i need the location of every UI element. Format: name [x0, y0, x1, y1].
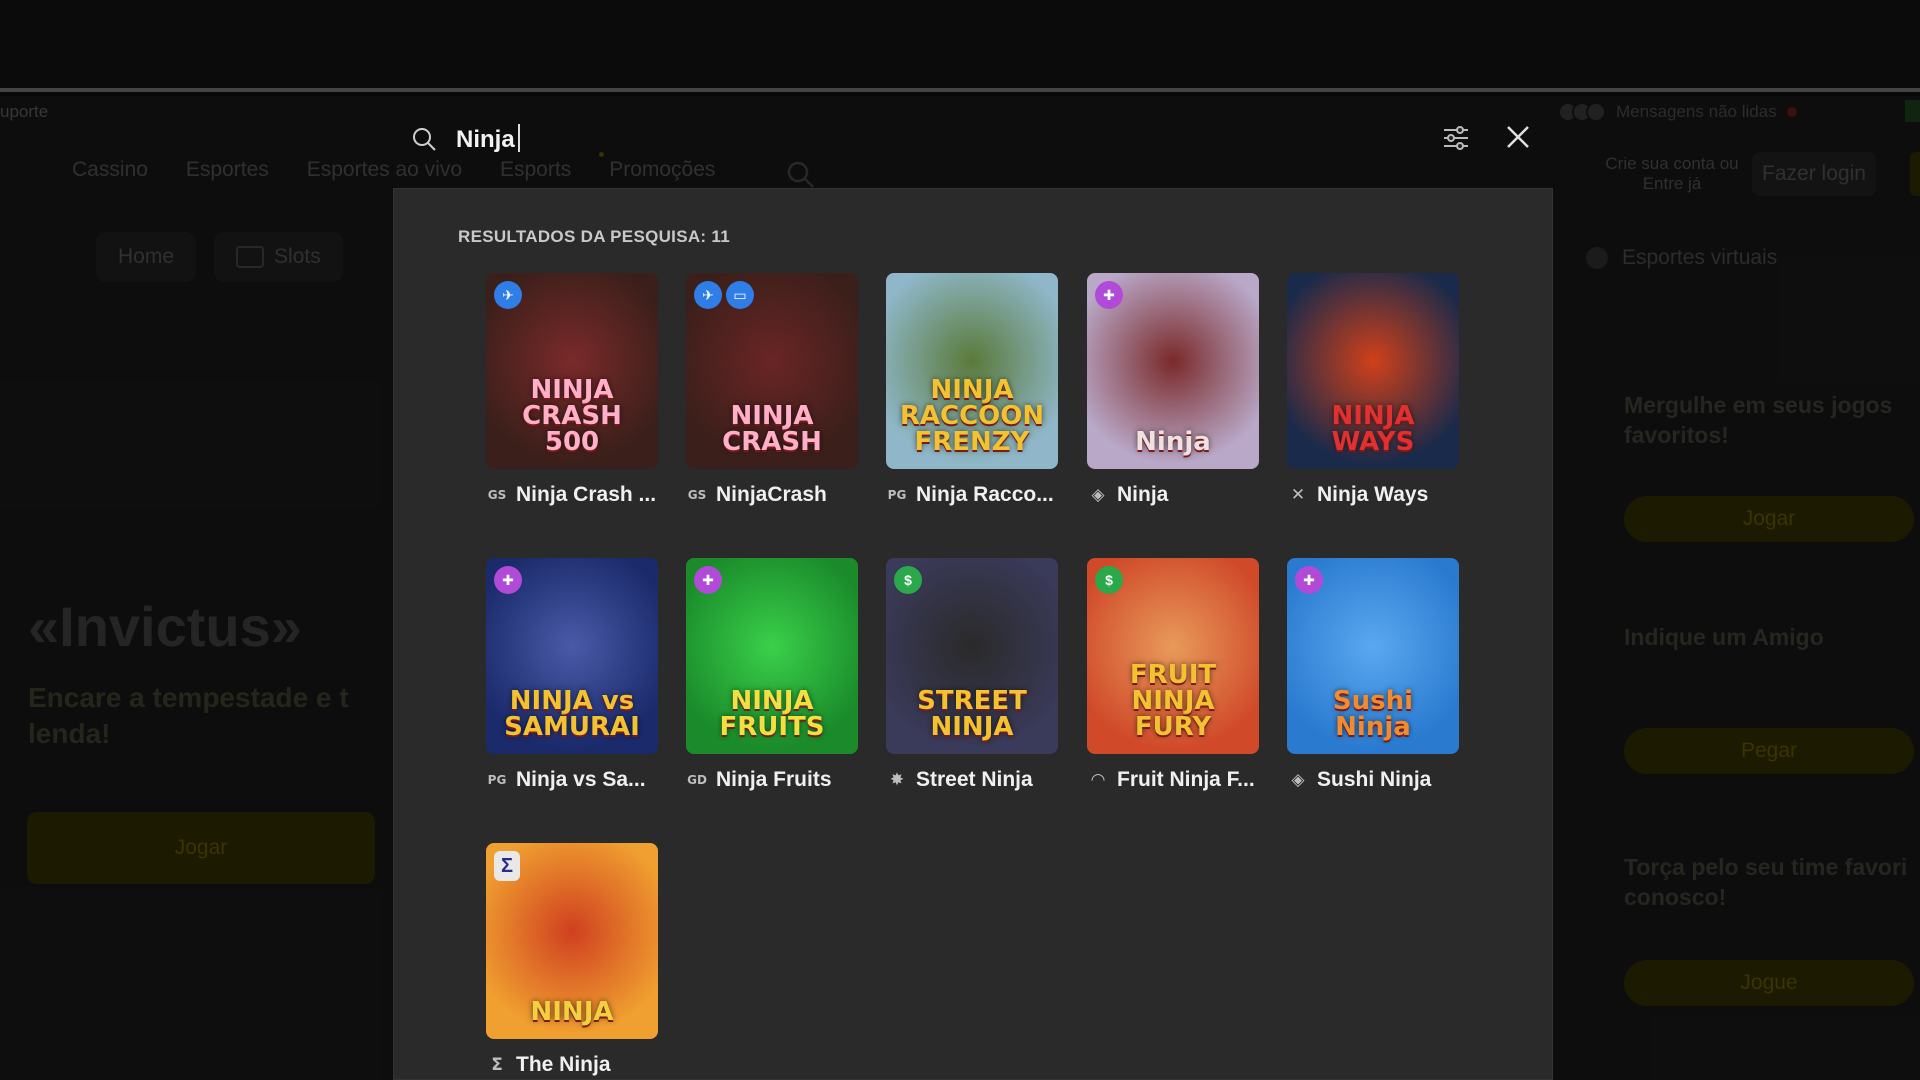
- game-label[interactable]: GD Ninja Fruits: [686, 768, 858, 792]
- game-badges: ✈ ▭: [694, 281, 754, 309]
- provider-icon: Σ: [491, 1055, 503, 1075]
- game-artwork-title: NINJA RACCOON FRENZY: [899, 375, 1045, 457]
- game-badges: ✚: [694, 566, 722, 594]
- game-label[interactable]: GS NinjaCrash: [686, 483, 858, 507]
- game-name: The Ninja: [516, 1053, 611, 1076]
- provider-icon: GS: [487, 488, 507, 502]
- game-name: Ninja Racco...: [916, 483, 1054, 506]
- game-artwork-title: Ninja: [1135, 427, 1211, 457]
- game-label[interactable]: ◈ Sushi Ninja: [1287, 768, 1459, 792]
- game-artwork-title: STREET NINJA: [917, 686, 1027, 742]
- provider-icon: ◠: [1091, 770, 1105, 790]
- game-card[interactable]: NINJA Σ Σ The Ninja: [486, 843, 658, 1077]
- game-artwork-title: Sushi Ninja: [1332, 686, 1414, 742]
- game-badges: ✚: [494, 566, 522, 594]
- game-label[interactable]: ◈ Ninja: [1087, 483, 1259, 507]
- text-caret: [517, 124, 520, 152]
- game-badges: $: [1095, 566, 1123, 594]
- provider-icon: GD: [687, 773, 707, 787]
- filter-icon[interactable]: [1441, 124, 1471, 152]
- game-card[interactable]: NINJA CRASH 500 ✈ GS Ninja Crash ...: [486, 273, 658, 507]
- game-thumbnail[interactable]: Ninja ✚: [1087, 273, 1259, 469]
- game-label[interactable]: ◠ Fruit Ninja F...: [1087, 768, 1259, 792]
- provider-icon: ◈: [1291, 770, 1305, 790]
- game-label[interactable]: ✸ Street Ninja: [886, 768, 1058, 792]
- game-card[interactable]: NINJA RACCOON FRENZY PG Ninja Racco...: [886, 273, 1058, 507]
- plane-badge-icon: ✈: [494, 281, 522, 309]
- game-name: Street Ninja: [916, 768, 1033, 791]
- provider-icon: ◈: [1091, 485, 1105, 505]
- game-card[interactable]: NINJA vs SAMURAI ✚ PG Ninja vs Sa...: [486, 558, 658, 792]
- provider-icon: ✸: [889, 770, 905, 790]
- game-artwork-title: NINJA CRASH: [722, 401, 822, 457]
- game-thumbnail[interactable]: FRUIT NINJA FURY $: [1087, 558, 1259, 754]
- search-bar: Ninja: [393, 112, 1553, 164]
- gift-badge-icon: ✚: [1095, 281, 1123, 309]
- game-artwork-title: FRUIT NINJA FURY: [1129, 660, 1217, 742]
- game-card[interactable]: STREET NINJA $ ✸ Street Ninja: [886, 558, 1058, 792]
- game-thumbnail[interactable]: NINJA CRASH 500 ✈: [486, 273, 658, 469]
- game-badges: $: [894, 566, 922, 594]
- close-icon[interactable]: [1503, 122, 1533, 152]
- game-name: Ninja Fruits: [716, 768, 832, 791]
- sigma-badge-icon: Σ: [494, 851, 520, 881]
- provider-icon: ✕: [1290, 485, 1306, 505]
- game-card[interactable]: FRUIT NINJA FURY $ ◠ Fruit Ninja F...: [1087, 558, 1259, 792]
- game-artwork-title: NINJA FRUITS: [719, 686, 825, 742]
- game-badges: Σ: [494, 851, 520, 881]
- game-label[interactable]: PG Ninja Racco...: [886, 483, 1058, 507]
- game-badges: ✚: [1095, 281, 1123, 309]
- game-thumbnail[interactable]: NINJA RACCOON FRENZY: [886, 273, 1058, 469]
- game-badges: ✚: [1295, 566, 1323, 594]
- provider-icon: PG: [487, 773, 507, 787]
- game-name: Ninja Ways: [1317, 483, 1429, 506]
- search-results-panel: RESULTADOS DA PESQUISA: 11 NINJA CRASH 5…: [393, 188, 1553, 1080]
- search-query-text: Ninja: [456, 126, 515, 153]
- game-name: Fruit Ninja F...: [1117, 768, 1255, 791]
- game-thumbnail[interactable]: NINJA vs SAMURAI ✚: [486, 558, 658, 754]
- game-name: Sushi Ninja: [1317, 768, 1432, 791]
- game-thumbnail[interactable]: NINJA FRUITS ✚: [686, 558, 858, 754]
- game-card[interactable]: Sushi Ninja ✚ ◈ Sushi Ninja: [1287, 558, 1459, 792]
- game-label[interactable]: GS Ninja Crash ...: [486, 483, 658, 507]
- game-card[interactable]: NINJA CRASH ✈ ▭ GS NinjaCrash: [686, 273, 858, 507]
- game-thumbnail[interactable]: NINJA Σ: [486, 843, 658, 1039]
- gift-badge-icon: ✚: [1295, 566, 1323, 594]
- game-thumbnail[interactable]: STREET NINJA $: [886, 558, 1058, 754]
- cash-badge-icon: $: [1095, 566, 1123, 594]
- game-artwork-title: NINJA WAYS: [1331, 401, 1415, 457]
- game-name: NinjaCrash: [716, 483, 827, 506]
- monitor-badge-icon: ▭: [726, 281, 754, 309]
- game-artwork-title: NINJA vs SAMURAI: [504, 686, 640, 742]
- provider-icon: PG: [887, 488, 907, 502]
- search-input[interactable]: Ninja: [456, 124, 520, 154]
- game-thumbnail[interactable]: NINJA CRASH ✈ ▭: [686, 273, 858, 469]
- search-icon: [413, 128, 436, 151]
- provider-icon: GS: [687, 488, 707, 502]
- game-card[interactable]: Ninja ✚ ◈ Ninja: [1087, 273, 1259, 507]
- game-card[interactable]: NINJA WAYS ✕ Ninja Ways: [1287, 273, 1459, 507]
- gift-badge-icon: ✚: [494, 566, 522, 594]
- game-thumbnail[interactable]: Sushi Ninja ✚: [1287, 558, 1459, 754]
- gift-badge-icon: ✚: [694, 566, 722, 594]
- game-name: Ninja vs Sa...: [516, 768, 646, 791]
- cash-badge-icon: $: [894, 566, 922, 594]
- game-label[interactable]: Σ The Ninja: [486, 1053, 658, 1077]
- game-artwork-title: NINJA CRASH 500: [522, 375, 622, 457]
- game-name: Ninja Crash ...: [516, 483, 657, 506]
- game-name: Ninja: [1117, 483, 1169, 506]
- results-count: RESULTADOS DA PESQUISA: 11: [458, 227, 730, 246]
- game-thumbnail[interactable]: NINJA WAYS: [1287, 273, 1459, 469]
- plane-badge-icon: ✈: [694, 281, 722, 309]
- game-badges: ✈: [494, 281, 522, 309]
- game-card[interactable]: NINJA FRUITS ✚ GD Ninja Fruits: [686, 558, 858, 792]
- game-artwork-title: NINJA: [530, 997, 614, 1027]
- game-label[interactable]: PG Ninja vs Sa...: [486, 768, 658, 792]
- game-label[interactable]: ✕ Ninja Ways: [1287, 483, 1459, 507]
